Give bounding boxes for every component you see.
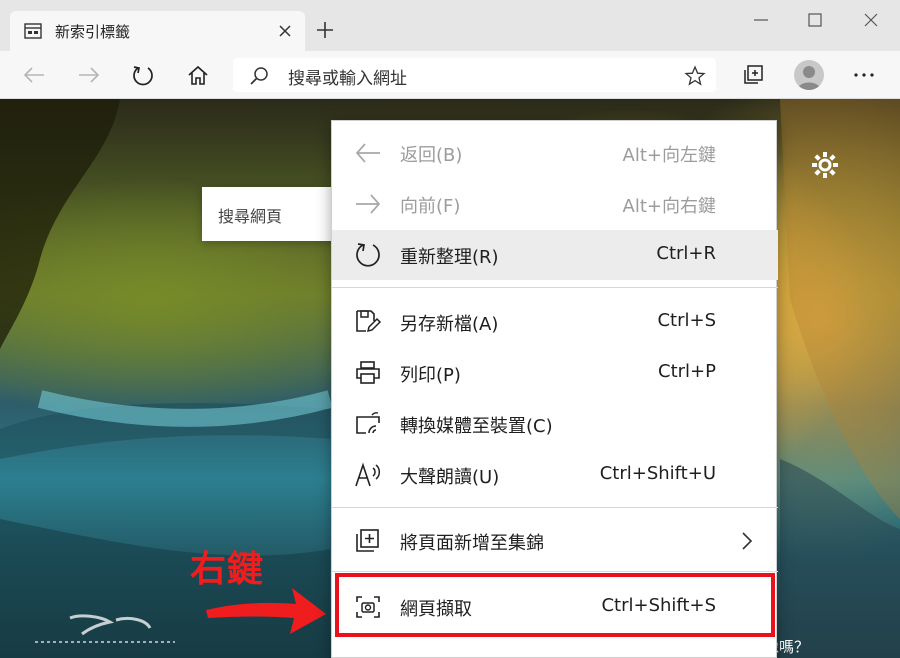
web-search-box[interactable]: 搜尋網頁 bbox=[202, 187, 342, 241]
menu-item-back[interactable]: 返回(B) Alt+向左鍵 bbox=[332, 128, 778, 178]
menu-item-refresh[interactable]: 重新整理(R) Ctrl+R bbox=[332, 230, 778, 280]
close-icon[interactable] bbox=[273, 19, 297, 43]
menu-item-label: 另存新檔(A) bbox=[400, 314, 499, 335]
read-aloud-icon bbox=[354, 462, 382, 488]
refresh-icon bbox=[354, 242, 382, 268]
menu-item-label: 列印(P) bbox=[400, 365, 461, 386]
add-to-collection-icon bbox=[354, 528, 382, 554]
search-icon bbox=[249, 66, 269, 86]
menu-separator bbox=[332, 287, 778, 288]
menu-item-label: 返回(B) bbox=[400, 145, 463, 166]
chevron-right-icon bbox=[740, 531, 754, 551]
refresh-icon[interactable] bbox=[127, 59, 159, 91]
profile-avatar[interactable] bbox=[794, 60, 824, 90]
highlight-box bbox=[335, 573, 775, 637]
address-input[interactable]: 搜尋或輸入網址 bbox=[288, 64, 407, 89]
address-bar[interactable]: 搜尋或輸入網址 bbox=[233, 58, 716, 92]
window-close-icon[interactable] bbox=[848, 6, 894, 34]
home-icon[interactable] bbox=[182, 59, 214, 91]
maximize-icon[interactable] bbox=[792, 6, 838, 34]
forward-arrow-icon bbox=[354, 191, 382, 217]
tab-title: 新索引標籤 bbox=[55, 23, 131, 41]
menu-item-forward[interactable]: 向前(F) Alt+向右鍵 bbox=[332, 179, 778, 229]
menu-item-shortcut: Alt+向右鍵 bbox=[622, 196, 716, 217]
menu-separator bbox=[332, 571, 778, 572]
minimize-icon[interactable] bbox=[738, 6, 784, 34]
menu-item-label: 大聲朗讀(U) bbox=[400, 467, 500, 488]
back-icon[interactable] bbox=[18, 59, 50, 91]
menu-item-shortcut: Alt+向左鍵 bbox=[622, 145, 716, 166]
context-menu: 返回(B) Alt+向左鍵 向前(F) Alt+向右鍵 重新整理(R) Ctrl… bbox=[331, 120, 778, 658]
menu-item-add-to-collection[interactable]: 將頁面新增至集錦 bbox=[332, 516, 778, 566]
menu-item-print[interactable]: 列印(P) Ctrl+P bbox=[332, 348, 778, 398]
menu-item-save-as[interactable]: 另存新檔(A) Ctrl+S bbox=[332, 297, 778, 347]
save-icon bbox=[354, 309, 382, 335]
menu-item-shortcut: Ctrl+P bbox=[658, 361, 716, 382]
navigation-bar: 搜尋或輸入網址 bbox=[0, 51, 900, 99]
watermark-logo bbox=[30, 612, 180, 648]
title-bar: 新索引標籤 bbox=[0, 0, 900, 51]
menu-item-read-aloud[interactable]: 大聲朗讀(U) Ctrl+Shift+U bbox=[332, 450, 778, 500]
menu-item-cast[interactable]: 轉換媒體至裝置(C) bbox=[332, 399, 778, 449]
gear-icon[interactable] bbox=[810, 150, 840, 180]
collections-icon[interactable] bbox=[737, 59, 769, 91]
printer-icon bbox=[354, 360, 382, 386]
menu-item-label: 轉換媒體至裝置(C) bbox=[400, 416, 553, 437]
red-arrow-icon bbox=[200, 580, 330, 638]
back-arrow-icon bbox=[354, 140, 382, 166]
menu-separator bbox=[332, 507, 778, 508]
new-tab-button[interactable] bbox=[312, 17, 338, 43]
menu-item-label: 向前(F) bbox=[400, 196, 461, 217]
more-options-icon[interactable] bbox=[848, 59, 880, 91]
web-search-placeholder: 搜尋網頁 bbox=[218, 207, 283, 226]
menu-item-shortcut: Ctrl+S bbox=[657, 310, 716, 331]
newtab-page-icon bbox=[24, 23, 42, 39]
forward-icon[interactable] bbox=[73, 59, 105, 91]
star-icon[interactable] bbox=[684, 65, 706, 87]
menu-item-label: 重新整理(R) bbox=[400, 247, 499, 268]
menu-item-label: 將頁面新增至集錦 bbox=[400, 533, 544, 554]
tab-new-tab[interactable]: 新索引標籤 bbox=[10, 11, 305, 51]
menu-item-shortcut: Ctrl+R bbox=[656, 243, 716, 264]
menu-item-shortcut: Ctrl+Shift+U bbox=[599, 463, 716, 484]
cast-icon bbox=[354, 411, 382, 437]
